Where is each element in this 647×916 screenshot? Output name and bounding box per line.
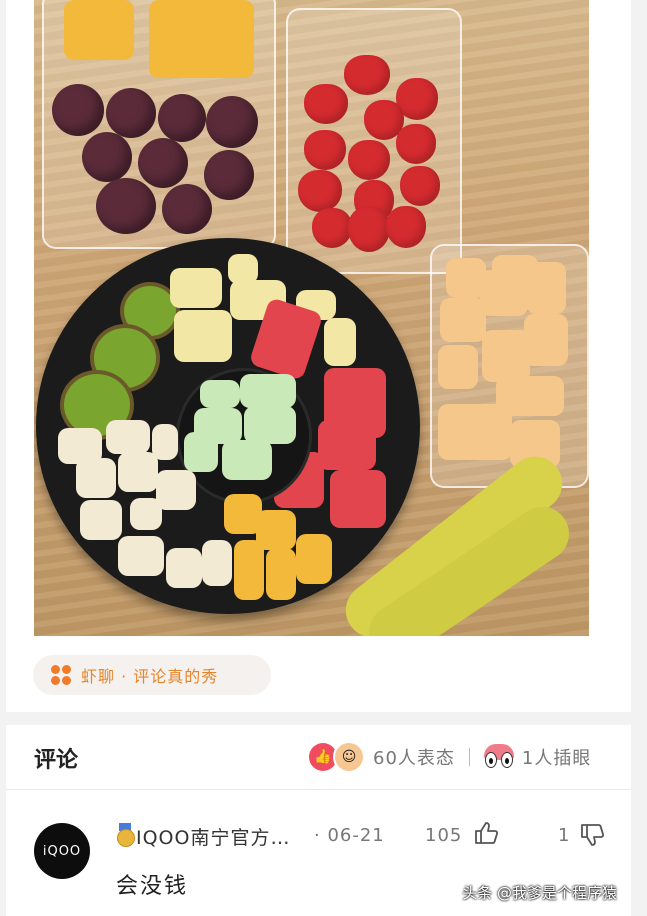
smile-emoji-icon: ☺ (333, 741, 365, 773)
passion-fruit (106, 88, 156, 138)
papaya-chunk (438, 404, 512, 460)
papaya-chunk (438, 345, 478, 389)
topic-chip[interactable]: 虾聊 · 评论真的秀 (33, 655, 271, 695)
melon-chunk (200, 380, 240, 408)
pear-chunk (152, 424, 178, 460)
pineapple-chunk (170, 268, 222, 308)
pear-chunk (130, 498, 162, 530)
reactions-summary[interactable]: 👍 ☺ 60人表态 1人插眼 (309, 741, 591, 773)
melon-chunk (184, 432, 218, 472)
pear-chunk (106, 420, 150, 454)
eyes-icon (483, 744, 514, 770)
watermark: 头条 @我爹是个程序猿 (462, 884, 617, 902)
passion-fruit (138, 138, 188, 188)
strawberry (312, 208, 352, 248)
pear-chunk (202, 540, 232, 586)
pear-chunk (166, 548, 202, 588)
pear-chunk (118, 452, 158, 492)
mango-slices (64, 0, 134, 60)
like-count: 105 (425, 825, 463, 846)
papaya-chunk (480, 270, 528, 316)
melon-chunk (240, 374, 296, 408)
papaya-chunk (440, 298, 486, 342)
papaya-chunk (482, 330, 530, 382)
strawberry (304, 84, 348, 124)
thumb-up-icon[interactable] (473, 820, 499, 846)
comment-text: 会没钱 (116, 874, 189, 899)
passion-fruit (82, 132, 132, 182)
watermelon-slice (330, 470, 386, 528)
strawberry (304, 130, 346, 170)
avatar[interactable]: iQOO (34, 823, 90, 879)
strawberry (344, 55, 390, 95)
strawberry (298, 170, 342, 212)
strawberry (386, 206, 426, 248)
comments-header: 评论 👍 ☺ 60人表态 1人插眼 (6, 725, 631, 790)
passion-fruit (204, 150, 254, 200)
melon-chunk (222, 440, 272, 480)
pear-chunk (80, 500, 122, 540)
pineapple-chunk (174, 310, 232, 362)
pear-chunk (156, 470, 196, 510)
strawberry (400, 166, 440, 206)
passion-fruit (206, 96, 258, 148)
melon-chunk (244, 406, 296, 444)
papaya-chunk (526, 262, 566, 314)
dislike-count: 1 (558, 825, 570, 846)
papaya-chunk (524, 314, 568, 366)
passion-fruit (158, 94, 206, 142)
topic-label: 虾聊 · 评论真的秀 (81, 667, 219, 686)
comment-date: · 06-21 (314, 825, 385, 846)
pear-chunk (118, 536, 164, 576)
strawberry (348, 206, 390, 252)
reactions-count: 60人表态 (373, 748, 455, 769)
mango-slice (234, 540, 264, 600)
mango-slice (266, 548, 296, 600)
post-photo[interactable] (34, 0, 589, 636)
passion-fruit (96, 178, 156, 234)
comment-username[interactable]: IQOO南宁官方… (136, 823, 290, 850)
mango-slice (296, 534, 332, 584)
pokes-count: 1人插眼 (521, 748, 592, 769)
pineapple-chunk (324, 318, 356, 366)
topic-icon (51, 665, 71, 685)
comments-title: 评论 (34, 748, 79, 773)
pear-chunk (76, 458, 116, 498)
medal-icon (116, 823, 135, 847)
strawberry (348, 140, 390, 180)
avatar-text: iQOO (42, 843, 82, 859)
passion-fruit (52, 84, 104, 136)
strawberry (396, 124, 436, 164)
watermelon-slice (318, 420, 376, 470)
comment-item: iQOO IQOO南宁官方… · 06-21 105 1 会没钱 头条 @我爹是… (6, 790, 631, 916)
passion-fruit (162, 184, 212, 234)
mango-half (149, 0, 254, 78)
thumb-down-icon[interactable] (579, 822, 605, 848)
divider (468, 748, 470, 766)
